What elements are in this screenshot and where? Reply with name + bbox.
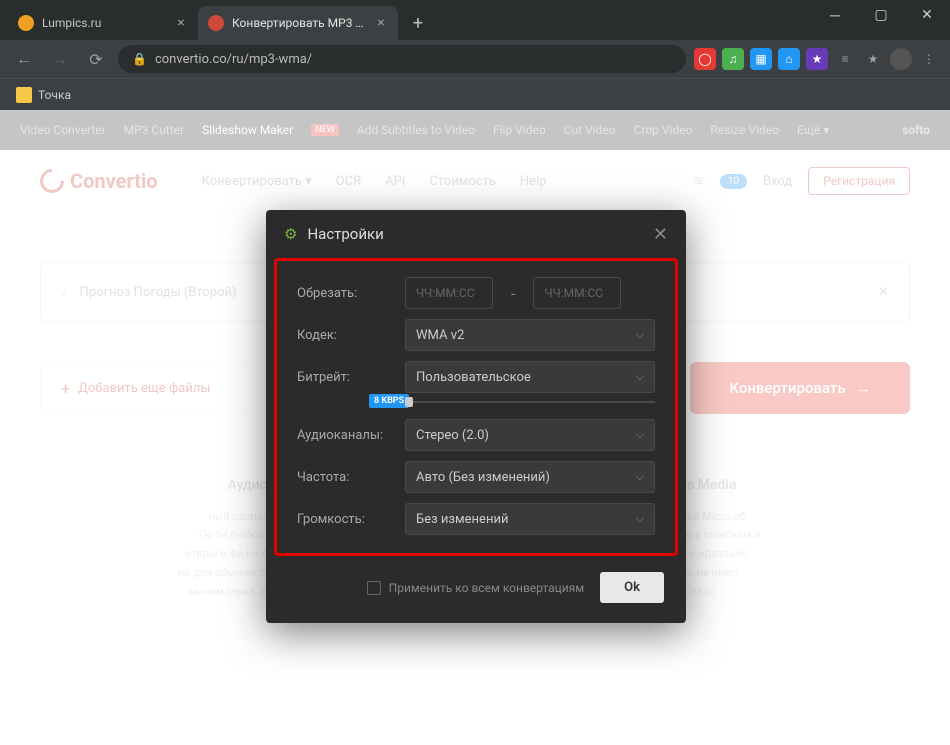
menu-button[interactable]: ⋮ [918, 48, 940, 70]
slider-track [405, 401, 655, 403]
freq-select[interactable]: Авто (Без изменений) ⌵ [405, 461, 655, 493]
ext-icon[interactable]: ≡ [834, 48, 856, 70]
bookmark-item[interactable]: Точка [38, 88, 71, 102]
bookmark-folder-icon [16, 87, 32, 103]
kbps-badge: 8 KBPS [369, 394, 409, 408]
trim-start-input[interactable]: ЧЧ:ММ:СС [405, 277, 493, 309]
chevron-down-icon: ⌵ [636, 370, 644, 384]
dash: - [511, 284, 515, 303]
extensions: ◯ ♫ ▦ ⌂ ★ ≡ ★ ⋮ [694, 48, 940, 70]
chevron-down-icon: ⌵ [636, 428, 644, 442]
browser-titlebar: Lumpics.ru × Конвертировать MP3 в WMA он… [0, 0, 950, 40]
forward-button[interactable]: → [46, 45, 74, 73]
ext-icon[interactable]: ★ [806, 48, 828, 70]
gear-icon: ⚙ [284, 225, 297, 243]
ok-button[interactable]: Ok [600, 572, 664, 603]
channels-label: Аудиоканалы: [297, 428, 393, 443]
new-tab-button[interactable]: + [404, 9, 432, 37]
field-bitrate: Битрейт: Пользовательское ⌵ [297, 361, 655, 393]
tab-title: Конвертировать MP3 в WMA он [232, 16, 366, 30]
chevron-down-icon: ⌵ [636, 470, 644, 484]
favicon-icon [208, 15, 224, 31]
chevron-down-icon: ⌵ [636, 328, 644, 342]
window-controls: ─ ▢ ✕ [812, 0, 950, 30]
slider-thumb[interactable] [405, 397, 413, 407]
tab-convertio[interactable]: Конвертировать MP3 в WMA он × [198, 6, 398, 40]
modal-close-button[interactable]: ✕ [653, 224, 668, 245]
freq-value: Авто (Без изменений) [416, 470, 550, 485]
codec-value: WMA v2 [416, 328, 464, 343]
volume-value: Без изменений [416, 512, 508, 527]
lock-icon: 🔒 [132, 52, 147, 66]
tab-title: Lumpics.ru [42, 16, 166, 30]
checkbox-icon [367, 581, 381, 595]
volume-select[interactable]: Без изменений ⌵ [405, 503, 655, 535]
field-channels: Аудиоканалы: Стерео (2.0) ⌵ [297, 419, 655, 451]
close-icon[interactable]: × [374, 16, 388, 30]
url-input[interactable]: 🔒 convertio.co/ru/mp3-wma/ [118, 45, 686, 73]
ext-icon[interactable]: ⌂ [778, 48, 800, 70]
ext-icon[interactable]: ★ [862, 48, 884, 70]
volume-label: Громкость: [297, 512, 393, 527]
tab-lumpics[interactable]: Lumpics.ru × [8, 6, 198, 40]
bitrate-select[interactable]: Пользовательское ⌵ [405, 361, 655, 393]
modal-footer: Применить ко всем конвертациям Ok [266, 556, 686, 623]
maximize-button[interactable]: ▢ [858, 0, 904, 30]
codec-select[interactable]: WMA v2 ⌵ [405, 319, 655, 351]
back-button[interactable]: ← [10, 45, 38, 73]
settings-modal: ⚙ Настройки ✕ Обрезать: ЧЧ:ММ:СС - ЧЧ:ММ… [266, 210, 686, 623]
freq-label: Частота: [297, 470, 393, 485]
trim-label: Обрезать: [297, 286, 393, 301]
field-trim: Обрезать: ЧЧ:ММ:СС - ЧЧ:ММ:СС [297, 277, 655, 309]
minimize-button[interactable]: ─ [812, 0, 858, 30]
bitrate-label: Битрейт: [297, 370, 393, 385]
channels-value: Стерео (2.0) [416, 428, 489, 443]
favicon-icon [18, 15, 34, 31]
reload-button[interactable]: ⟳ [82, 45, 110, 73]
bitrate-slider[interactable]: 8 KBPS [405, 397, 655, 407]
modal-header: ⚙ Настройки ✕ [266, 210, 686, 258]
close-icon[interactable]: × [174, 16, 188, 30]
ext-icon[interactable]: ♫ [722, 48, 744, 70]
modal-body: Обрезать: ЧЧ:ММ:СС - ЧЧ:ММ:СС Кодек: WMA… [274, 258, 678, 556]
ext-icon[interactable]: ◯ [694, 48, 716, 70]
field-volume: Громкость: Без изменений ⌵ [297, 503, 655, 535]
avatar[interactable] [890, 48, 912, 70]
bookmarks-bar: Точка [0, 78, 950, 110]
address-bar: ← → ⟳ 🔒 convertio.co/ru/mp3-wma/ ◯ ♫ ▦ ⌂… [0, 40, 950, 78]
codec-label: Кодек: [297, 328, 393, 343]
channels-select[interactable]: Стерео (2.0) ⌵ [405, 419, 655, 451]
modal-title: Настройки [307, 225, 383, 243]
bitrate-value: Пользовательское [416, 370, 531, 385]
apply-all-checkbox[interactable]: Применить ко всем конвертациям [367, 581, 585, 595]
trim-end-input[interactable]: ЧЧ:ММ:СС [533, 277, 621, 309]
ext-icon[interactable]: ▦ [750, 48, 772, 70]
field-codec: Кодек: WMA v2 ⌵ [297, 319, 655, 351]
apply-all-label: Применить ко всем конвертациям [389, 581, 585, 595]
close-window-button[interactable]: ✕ [904, 0, 950, 30]
chevron-down-icon: ⌵ [636, 512, 644, 526]
field-frequency: Частота: Авто (Без изменений) ⌵ [297, 461, 655, 493]
tab-strip: Lumpics.ru × Конвертировать MP3 в WMA он… [8, 6, 432, 40]
url-text: convertio.co/ru/mp3-wma/ [155, 52, 312, 67]
